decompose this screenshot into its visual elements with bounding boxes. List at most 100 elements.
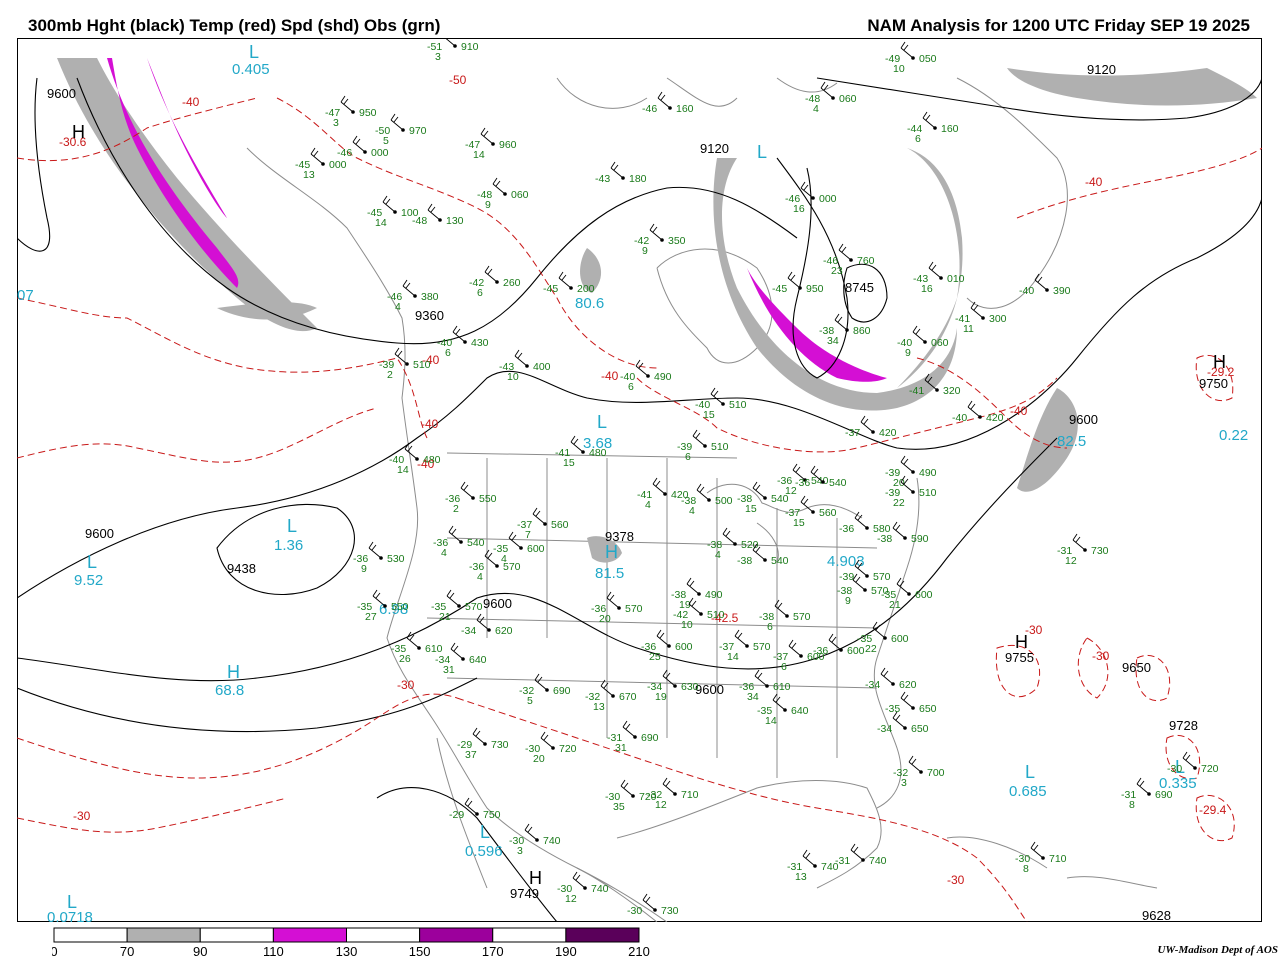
obs-dewpoint-depression: 4 [395,301,401,313]
obs-dewpoint-depression: 14 [765,715,777,727]
obs-height: 560 [551,519,569,531]
obs-height: 950 [806,283,824,295]
obs-height: 650 [919,703,937,715]
temp-label: -50 [449,73,467,87]
weather-map: 9600 9120 9120 8745 9360 9600 9438 9378 … [17,38,1262,922]
obs-height: 640 [469,654,487,666]
speed-label: 0.685 [1009,783,1047,800]
obs-height: 630 [681,681,699,693]
obs-height: 180 [629,173,647,185]
station-dot [503,192,507,196]
obs-dewpoint-depression: 4 [645,499,651,511]
speed-label: 0.405 [232,61,270,78]
obs-height: 060 [931,337,949,349]
station-dot [923,340,927,344]
obs-height: 550 [391,601,409,613]
obs-dewpoint-depression: 6 [685,451,691,463]
obs-dewpoint-depression: 22 [893,497,905,509]
station-dot [707,498,711,502]
obs-dewpoint-depression: 14 [397,464,409,476]
station-dot [383,604,387,608]
station-dot [863,588,867,592]
station-dot [413,294,417,298]
height-label: 9728 [1169,718,1198,733]
obs-height: 670 [619,691,637,703]
obs-temperature: -34 [865,679,880,691]
high-marker: H [529,868,542,888]
temp-label: -40 [421,417,439,431]
obs-height: 510 [729,399,747,411]
obs-height: 620 [495,625,513,637]
station-dot [491,142,495,146]
station-dot [1147,792,1151,796]
obs-temperature: -43 [595,173,610,185]
analysis-time: NAM Analysis for 1200 UTC Friday SEP 19 … [867,16,1250,35]
speed-label: 82.5 [1057,433,1086,450]
high-marker: H [72,122,85,142]
obs-height: 420 [986,412,1004,424]
obs-height: 060 [839,93,857,105]
colorbar-tick-label: 90 [193,944,207,958]
colorbar-bin [53,927,128,943]
obs-height: 490 [919,467,937,479]
height-label: 9749 [510,886,539,901]
colorbar-tick-label: 190 [555,944,577,958]
low-marker: L [249,42,259,62]
obs-temperature: -46 [337,147,352,159]
obs-dewpoint-depression: 21 [889,599,901,611]
station-dot [911,470,915,474]
obs-dewpoint-depression: 37 [465,749,477,761]
obs-dewpoint-depression: 12 [565,893,577,905]
speed-label: 68.8 [215,682,244,699]
station-dot [611,694,615,698]
station-dot [401,128,405,132]
obs-height: 600 [527,543,545,555]
obs-height: 500 [715,495,733,507]
low-marker: L [87,552,97,572]
map-title: 300mb Hght (black) Temp (red) Spd (shd) … [28,16,441,35]
obs-dewpoint-depression: 6 [628,381,634,393]
height-label: 8745 [845,280,874,295]
obs-height: 600 [915,589,933,601]
obs-temperature: -30 [627,905,642,917]
colorbar-bin [565,927,640,943]
obs-dewpoint-depression: 35 [613,801,625,813]
obs-dewpoint-depression: 20 [599,613,611,625]
obs-height: 510 [707,609,725,621]
station-dot [883,636,887,640]
obs-temperature: -31 [835,855,850,867]
station-dot [903,726,907,730]
obs-dewpoint-depression: 13 [593,701,605,713]
obs-height: 600 [675,641,693,653]
obs-temperature: -40 [1019,285,1034,297]
obs-temperature: -39 [839,571,854,583]
station-dot [631,794,635,798]
colorbar-tick-label: 150 [409,944,431,958]
station-dot [745,644,749,648]
temp-label: -40 [1010,404,1028,418]
obs-height: 490 [705,589,723,601]
station-dot [785,614,789,618]
obs-height: 510 [919,487,937,499]
station-dot [911,56,915,60]
high-marker: H [227,662,240,682]
colorbar-bin [199,927,274,943]
obs-dewpoint-depression: 14 [473,149,485,161]
station-dot [461,657,465,661]
low-marker: L [757,142,767,162]
obs-height: 760 [857,255,875,267]
station-dot [911,706,915,710]
temp-label: -40 [1085,175,1103,189]
obs-dewpoint-depression: 13 [303,169,315,181]
obs-height: 740 [591,883,609,895]
height-label: 9120 [1087,62,1116,77]
obs-height: 750 [483,809,501,821]
obs-dewpoint-depression: 3 [901,777,907,789]
station-dot [907,592,911,596]
station-dot [519,546,523,550]
obs-height: 570 [873,571,891,583]
obs-height: 160 [676,103,694,115]
obs-dewpoint-depression: 9 [905,347,911,359]
station-dot [763,496,767,500]
speed-label: 80.6 [575,295,604,312]
